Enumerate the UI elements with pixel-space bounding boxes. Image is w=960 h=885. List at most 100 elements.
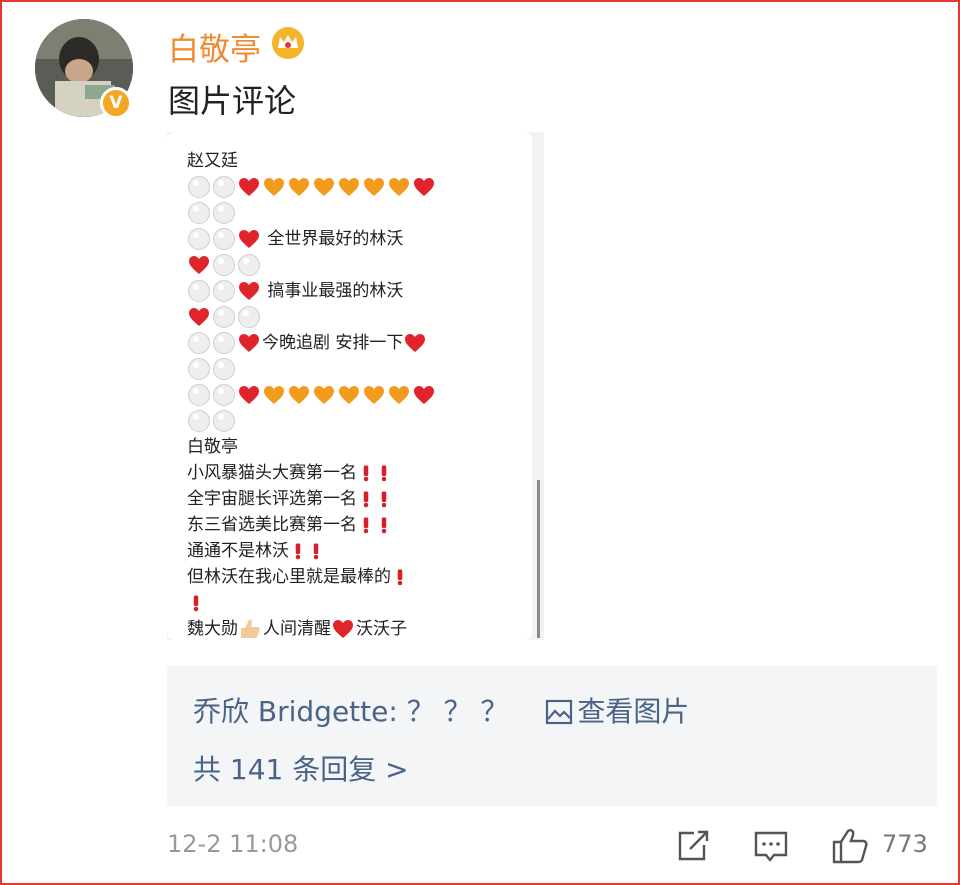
chat-line: 赵又廷 [187,148,527,174]
chat-line: 全宇宙腿长评选第一名 [187,486,527,512]
red-heart-icon [331,617,356,640]
white-circle-icon [212,253,237,277]
orange-heart-icon [262,383,287,407]
chat-text: 通通不是林沃 [187,541,289,561]
white-circle-icon [187,383,212,407]
chat-text: 东三省选美比赛第一名 [187,515,357,535]
exclamation-icon [375,461,393,485]
exclamation-icon [187,591,205,615]
chat-text: 魏大勋 [187,619,238,639]
chat-line: 白敬亭 [187,434,527,460]
exclamation-icon [391,565,409,589]
orange-heart-icon [287,383,312,407]
comment-icon[interactable] [752,825,790,865]
exclamation-icon [357,513,375,537]
exclamation-icon [307,539,325,563]
red-heart-icon [237,175,262,199]
chat-line [187,356,527,382]
red-heart-icon [187,253,212,277]
red-heart-icon [237,383,262,407]
exclamation-icon [375,513,393,537]
chat-text: 但林沃在我心里就是最棒的 [187,567,391,587]
white-circle-icon [212,279,237,303]
white-circle-icon [187,331,212,355]
orange-heart-icon [312,383,337,407]
chat-text: 人间清醒 [263,619,331,639]
view-picture-link[interactable]: 查看图片 [545,695,689,728]
chat-line [187,200,527,226]
white-circle-icon [212,357,237,381]
like-icon[interactable] [830,825,870,865]
exclamation-icon [357,461,375,485]
reply-line: 乔欣 Bridgette: ？ ？ ？ 查看图片 [193,690,689,730]
red-heart-icon [412,175,437,199]
chat-line [187,304,527,330]
red-heart-icon [187,305,212,329]
comment-image[interactable]: 赵又廷 全世界最好的林沃 搞事业最强的林沃 今晚追剧 安排一下白敬亭小风暴猫头大赛… [167,132,544,640]
chat-text: 沃沃子 [356,619,407,639]
picture-icon [545,699,573,725]
chat-line [187,590,527,616]
chat-line: 但林沃在我心里就是最棒的 [187,564,527,590]
orange-heart-icon [337,175,362,199]
chat-line: 全世界最好的林沃 [187,226,527,252]
post-time: 12-2 11:08 [167,830,299,858]
white-circle-icon [212,175,237,199]
orange-heart-icon [287,175,312,199]
red-heart-icon [412,383,437,407]
orange-heart-icon [312,175,337,199]
view-picture-label: 查看图片 [577,695,690,728]
username[interactable]: 白敬亭 [168,24,261,69]
orange-heart-icon [362,175,387,199]
red-heart-icon [237,279,262,303]
comment-text: 图片评论 [168,82,297,120]
chat-text: 全宇宙腿长评选第一名 [187,489,357,509]
reply-preview[interactable]: 乔欣 Bridgette: ？ ？ ？ 查看图片 共 141 条回复 > [167,666,937,806]
chat-text: 今晚追剧 安排一下 [262,333,404,353]
chat-line: 魏大勋 人间清醒 沃沃子 [187,616,527,640]
chat-text: 白敬亭 [187,437,238,457]
orange-heart-icon [387,383,412,407]
white-circle-icon [187,175,212,199]
chat-text: 赵又廷 [187,151,238,171]
white-circle-icon [212,409,237,433]
chat-line [187,382,527,408]
orange-heart-icon [362,383,387,407]
white-circle-icon [237,253,262,277]
chat-line [187,408,527,434]
reply-author-text[interactable]: 乔欣 Bridgette: ？ ？ ？ [193,695,509,728]
share-icon[interactable] [674,825,710,865]
chat-line: 小风暴猫头大赛第一名 [187,460,527,486]
exclamation-icon [357,487,375,511]
orange-heart-icon [387,175,412,199]
chat-line: 通通不是林沃 [187,538,527,564]
orange-heart-icon [337,383,362,407]
chat-text: 全世界最好的林沃 [262,229,404,249]
crown-icon [270,25,306,61]
white-circle-icon [187,409,212,433]
chat-line [187,252,527,278]
red-heart-icon [237,227,262,251]
chat-text: 搞事业最强的林沃 [262,281,404,301]
comment-card: V 白敬亭 图片评论 赵又廷 全世界最好的林沃 搞事业最强的林沃 今晚追剧 安排一… [0,0,960,885]
exclamation-icon [375,487,393,511]
orange-heart-icon [262,175,287,199]
white-circle-icon [212,227,237,251]
chat-text: 小风暴猫头大赛第一名 [187,463,357,483]
white-circle-icon [187,357,212,381]
white-circle-icon [212,383,237,407]
image-chat-content: 赵又廷 全世界最好的林沃 搞事业最强的林沃 今晚追剧 安排一下白敬亭小风暴猫头大赛… [187,148,527,640]
reply-count-link[interactable]: 共 141 条回复 > [193,748,409,788]
chat-line [187,174,527,200]
white-circle-icon [212,331,237,355]
white-circle-icon [187,279,212,303]
white-circle-icon [187,227,212,251]
white-circle-icon [187,201,212,225]
like-count: 773 [882,830,928,858]
white-circle-icon [212,201,237,225]
chat-line: 搞事业最强的林沃 [187,278,527,304]
red-heart-icon [403,331,428,355]
red-heart-icon [237,331,262,355]
white-circle-icon [237,305,262,329]
chat-line: 今晚追剧 安排一下 [187,330,527,356]
